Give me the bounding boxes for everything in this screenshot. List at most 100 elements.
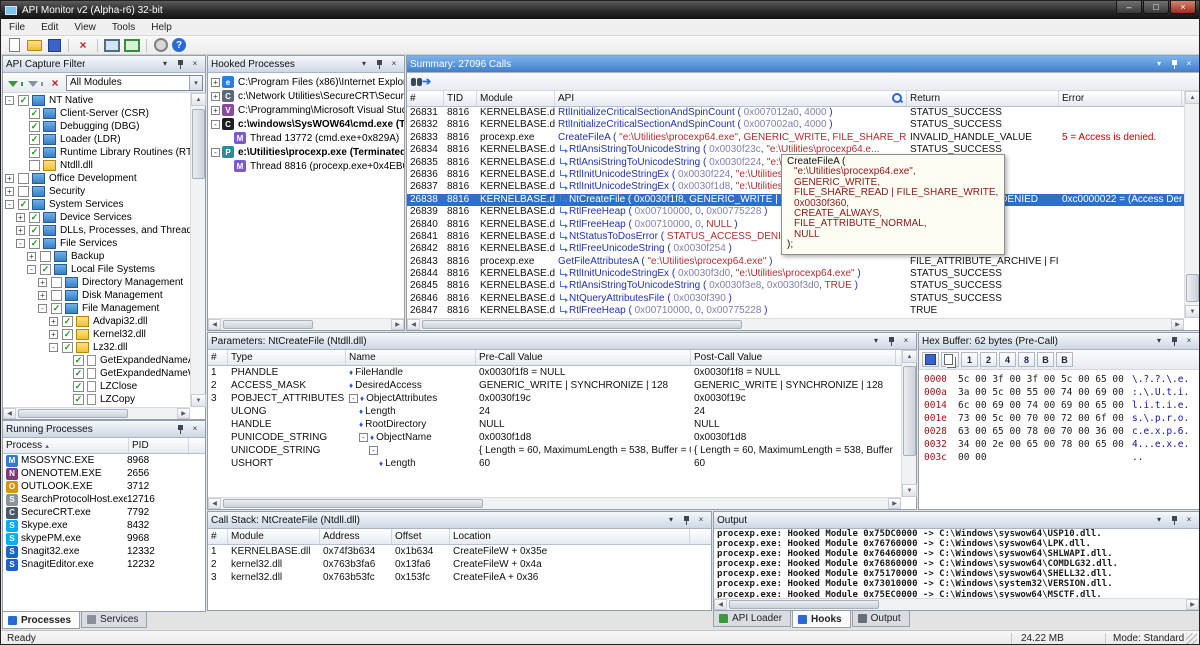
summary-row[interactable]: 26833 8816 procexp.exe CreateFileA ( "e:\Ut… [407,132,1184,144]
tree-expander-icon[interactable]: - [5,96,14,105]
parameter-row[interactable]: UNICODE_STRING - { Length = 60, MaximumLen… [208,444,901,457]
call-stack-column-address[interactable]: Address [320,529,392,544]
filter-checkbox[interactable]: ✓ [51,303,62,314]
pin-icon[interactable] [1167,335,1181,348]
parameters-column-pre-call-value[interactable]: Pre-Call Value [476,350,691,365]
tree-expander-icon[interactable]: + [49,330,58,339]
save-icon[interactable] [45,37,63,53]
delete-icon[interactable]: × [74,37,92,53]
call-stack-column-offset[interactable]: Offset [392,529,450,544]
chevron-down-icon[interactable]: ▾ [1152,58,1166,71]
summary-column-num[interactable]: # [407,91,444,106]
tree-expander-icon[interactable]: - [5,200,14,209]
hooked-process-item[interactable]: +V C:\Programming\Microsoft Visual Studio… [208,103,404,117]
chevron-down-icon[interactable]: ▾ [1152,335,1166,348]
scroll-right-arrow[interactable]: ▶ [1186,599,1199,610]
summary-column-error[interactable]: Error [1059,91,1182,106]
tree-expander-icon[interactable]: + [5,187,14,196]
horizontal-scrollbar[interactable]: ◀ ▶ [3,407,190,419]
tree-expander-icon[interactable]: - [359,433,368,442]
tree-expander-icon[interactable]: + [49,317,58,326]
find-icon[interactable] [411,73,416,91]
filter-checkbox[interactable]: ✓ [29,238,40,249]
scroll-right-arrow[interactable]: ▶ [1171,319,1184,330]
filter-checkbox[interactable]: ✓ [73,368,84,379]
resize-grip[interactable] [1186,633,1197,644]
tree-expander-icon[interactable]: + [27,252,36,261]
maximize-button[interactable]: □ [1143,1,1169,14]
filter-checkbox[interactable]: ✓ [29,225,40,236]
filter-tree-item[interactable]: ✓ GetExpandedNameW [3,367,190,380]
hex-copy-button[interactable] [941,352,959,367]
tree-expander-icon[interactable]: - [49,343,58,352]
tree-expander-icon[interactable]: - [38,304,47,313]
summary-row[interactable]: 26844 8816 KERNELBASE.dll RtlInitUnicodeStr… [407,268,1184,280]
filter-checkbox[interactable] [18,173,29,184]
pin-icon[interactable] [173,58,187,71]
vertical-scrollbar[interactable]: ▲ ▼ [190,93,206,407]
tree-expander-icon[interactable]: + [211,77,220,87]
filter-tree-item[interactable]: - ✓ File Services [3,237,190,250]
tree-expander-icon[interactable]: + [38,291,47,300]
process-row[interactable]: S SearchProtocolHost.exe 12716 [3,493,205,506]
scroll-right-arrow[interactable]: ▶ [391,319,404,330]
chevron-down-icon[interactable]: ▾ [189,75,202,90]
pin-icon[interactable] [884,335,898,348]
filter-tree-item[interactable]: ✓ Client-Server (CSR) [3,107,190,120]
goto-arrow-icon[interactable]: ➔ [422,75,431,88]
close-icon[interactable]: × [387,58,401,71]
tree-expander-icon[interactable]: - [211,119,220,129]
scroll-right-arrow[interactable]: ▶ [888,498,901,509]
horizontal-scrollbar[interactable]: ◀ ▶ [208,318,404,330]
filter-tree-item[interactable]: + Office Development [3,172,190,185]
filter-checkbox[interactable]: ✓ [29,108,40,119]
hooked-process-item[interactable]: -Cc:\windows\SysWOW64\cmd.exe (Terminate… [208,117,404,131]
scroll-up-arrow[interactable]: ▲ [1185,91,1199,104]
parameter-row[interactable]: USHORT ♦ Length 60 60 [208,457,901,470]
tab-processes[interactable]: Processes [2,612,81,629]
tree-expander-icon[interactable]: + [16,226,25,235]
chevron-down-icon[interactable]: ▾ [357,58,371,71]
tree-expander-icon[interactable]: - [16,239,25,248]
filter-checkbox[interactable] [29,160,40,171]
parameter-row[interactable]: ULONG ♦ Length 24 24 [208,405,901,418]
filter-checkbox[interactable] [18,186,29,197]
tree-expander-icon[interactable]: - [369,446,378,455]
parameter-row[interactable]: 2 ACCESS_MASK ♦ DesiredAccess GENERIC_WRITE … [208,379,901,392]
edit-filter-icon[interactable] [26,76,44,92]
scroll-left-arrow[interactable]: ◀ [714,599,727,610]
filter-tree-item[interactable]: ✓ GetExpandedNameA [3,354,190,367]
hex-group-1-byte-button[interactable]: 1 [961,352,978,367]
call-stack-column-module[interactable]: Module [228,529,320,544]
tree-expander-icon[interactable]: - [349,394,358,403]
parameter-row[interactable]: HANDLE ♦ RootDirectory NULL NULL [208,418,901,431]
parameter-row[interactable]: 1 PHANDLE ♦ FileHandle 0x0030f1f8 = NULL 0x00… [208,366,901,379]
summary-row[interactable]: 26846 8816 KERNELBASE.dll NtQueryAttributes… [407,293,1184,305]
horizontal-scrollbar[interactable]: ◀ ▶ [208,497,901,509]
filter-checkbox[interactable]: ✓ [40,264,51,275]
menu-item-edit[interactable]: Edit [33,19,66,35]
pin-icon[interactable] [173,423,187,436]
process-row[interactable]: O OUTLOOK.EXE 3712 [3,480,205,493]
filter-tree-item[interactable]: ✓ Debugging (DBG) [3,120,190,133]
tab-services[interactable]: Services [81,612,148,628]
scroll-thumb[interactable] [422,320,742,329]
scroll-down-arrow[interactable]: ▼ [1185,305,1199,318]
new-file-icon[interactable] [5,37,23,53]
tree-expander-icon[interactable]: + [38,278,47,287]
modules-dropdown[interactable]: All Modules ▾ [66,74,203,91]
hooked-process-item[interactable]: + e C:\Program Files (x86)\Internet Explor… [208,75,404,89]
filter-checkbox[interactable]: ✓ [29,147,40,158]
scroll-left-arrow[interactable]: ◀ [3,408,16,419]
pin-icon[interactable] [679,514,693,527]
parameters-column-post-call-value[interactable]: Post-Call Value [691,350,896,365]
process-row[interactable]: M MSOSYNC.EXE 8968 [3,454,205,467]
close-icon[interactable]: × [899,335,913,348]
filter-checkbox[interactable] [51,290,62,301]
filter-tree-item[interactable]: ✓ LZClose [3,380,190,393]
close-button[interactable]: × [1170,1,1196,14]
search-icon[interactable] [891,92,903,104]
hooked-process-item[interactable]: M Thread 8816 (procexp.exe+0x4EB02) [208,159,404,173]
scroll-up-arrow[interactable]: ▲ [902,350,917,363]
pin-icon[interactable] [372,58,386,71]
